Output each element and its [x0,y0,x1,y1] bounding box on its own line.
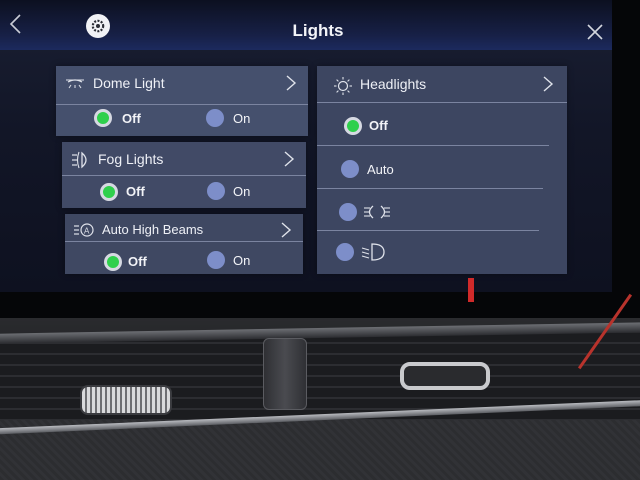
fog-light-icon [72,151,87,169]
fog-lights-on-radio[interactable] [207,182,225,200]
dome-light-panel: Dome Light Off On [56,66,308,136]
dome-light-off-label: Off [122,111,141,126]
headlights-header[interactable]: Headlights [317,76,567,98]
svg-text:A: A [84,227,90,236]
auto-high-beams-on-label: On [233,253,251,268]
fog-lights-panel: Fog Lights Off On [62,142,306,208]
divider [56,104,308,105]
parking-lights-icon [364,205,390,219]
infotainment-screen: Lights Dome Light Off On Fog Lights Off … [0,0,612,292]
fog-lights-on-label: On [233,184,251,199]
vent-knob-right[interactable] [400,362,490,390]
page-title: Lights [292,21,344,40]
divider [317,145,549,146]
auto-high-beams-label: Auto High Beams [102,222,204,237]
headlights-panel: Headlights Off Auto [317,66,567,274]
auto-high-beam-icon: A [74,223,94,237]
fog-lights-off-label: Off [126,184,145,199]
headlights-parking-radio[interactable] [339,203,357,221]
divider [317,230,539,231]
auto-high-beams-off-radio[interactable] [104,253,122,271]
auto-high-beams-off-label: Off [128,254,147,269]
vent-knob-left[interactable] [80,385,172,415]
divider [317,102,567,103]
dome-light-icon [66,79,84,89]
fog-lights-header[interactable]: Fog Lights [62,151,306,173]
dome-light-off-radio[interactable] [94,109,112,127]
chevron-right-icon [286,75,297,91]
headlights-label: Headlights [360,76,427,92]
headlights-auto-label: Auto [367,162,394,177]
headlights-off-radio[interactable] [344,117,362,135]
auto-high-beams-panel: A Auto High Beams Off On [65,214,303,274]
auto-high-beams-on-radio[interactable] [207,251,225,269]
dome-light-header[interactable]: Dome Light [56,75,308,97]
chevron-right-icon [284,151,295,167]
dome-light-on-label: On [233,111,251,126]
vent-mount-clip [263,338,307,410]
red-indicator [468,278,474,302]
divider [65,241,303,242]
fog-lights-off-radio[interactable] [100,183,118,201]
divider [62,175,306,176]
chevron-right-icon [543,76,554,92]
headlights-lowbeam-radio[interactable] [336,243,354,261]
divider [317,188,543,189]
headlights-auto-radio[interactable] [341,160,359,178]
chevron-right-icon [281,222,292,238]
top-bar: Lights [0,0,612,50]
fog-lights-label: Fog Lights [98,151,164,167]
headlight-sun-icon [334,77,352,95]
low-beam-icon [361,243,385,261]
dome-light-on-radio[interactable] [206,109,224,127]
dome-light-label: Dome Light [93,75,165,91]
headlights-off-label: Off [369,118,388,133]
close-icon[interactable] [585,22,605,42]
